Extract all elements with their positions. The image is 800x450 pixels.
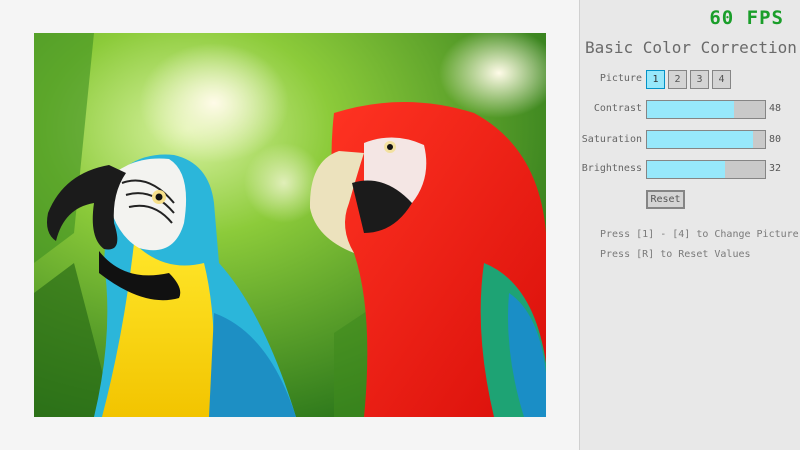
contrast-slider[interactable] xyxy=(646,100,766,119)
contrast-label: Contrast xyxy=(593,103,642,114)
brightness-slider[interactable] xyxy=(646,160,766,179)
parrots-image xyxy=(34,33,546,417)
saturation-label: Saturation xyxy=(581,134,642,145)
picture-button-1[interactable]: 1 xyxy=(646,70,665,89)
saturation-slider[interactable] xyxy=(646,130,766,149)
brightness-value: 32 xyxy=(769,163,782,174)
contrast-value: 48 xyxy=(769,103,782,114)
brightness-label: Brightness xyxy=(581,163,642,174)
brightness-fill xyxy=(647,161,725,178)
picture-button-3[interactable]: 3 xyxy=(690,70,709,89)
picture-label: Picture xyxy=(599,73,642,84)
panel-title: Basic Color Correction xyxy=(585,38,797,57)
reset-button[interactable]: Reset xyxy=(646,190,685,209)
picture-button-2[interactable]: 2 xyxy=(668,70,687,89)
control-panel: 60 FPS Basic Color Correction Picture 1 … xyxy=(579,0,800,450)
saturation-value: 80 xyxy=(769,134,782,145)
canvas-area xyxy=(0,0,579,450)
hint-change-picture: Press [1] - [4] to Change Picture xyxy=(600,229,799,240)
picture-button-4[interactable]: 4 xyxy=(712,70,731,89)
contrast-fill xyxy=(647,101,735,118)
hint-reset-values: Press [R] to Reset Values xyxy=(600,249,751,260)
parrots-illustration xyxy=(34,33,546,417)
saturation-fill xyxy=(647,131,754,148)
fps-counter: 60 FPS xyxy=(709,7,784,29)
